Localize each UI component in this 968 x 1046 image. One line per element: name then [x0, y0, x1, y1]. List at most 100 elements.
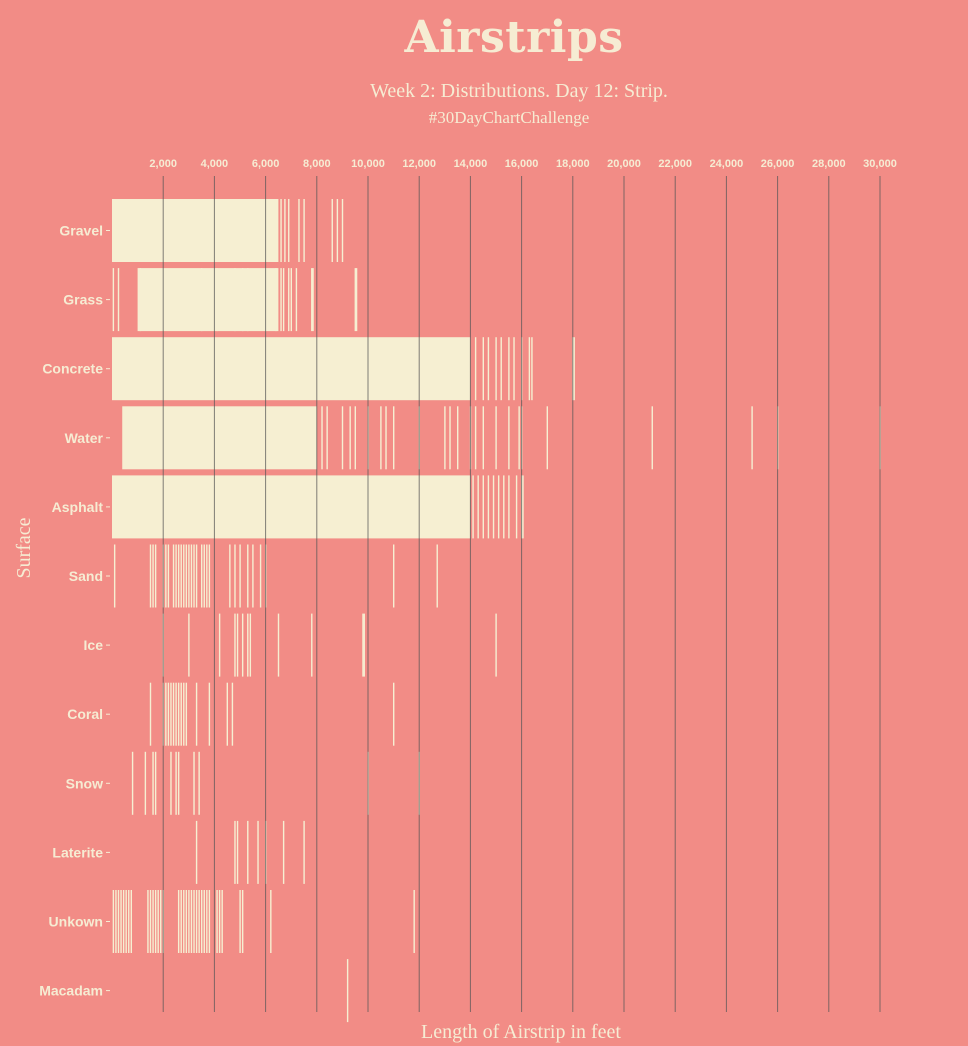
strip-mark [508, 406, 510, 470]
strip-mark [355, 268, 358, 332]
strip-mark [234, 613, 236, 677]
category-label: Gravel [59, 223, 103, 239]
strip-mark [298, 199, 300, 262]
strip-mark [117, 890, 120, 953]
strip-mark [457, 406, 459, 470]
x-tick-label: 22,000 [658, 158, 692, 170]
strip-mark [188, 544, 190, 608]
strip-mark [160, 890, 162, 953]
strip-mark [201, 544, 203, 608]
strip-mark [508, 475, 510, 539]
strip-mark [149, 544, 152, 608]
strip-mark [500, 337, 502, 401]
strip-dense-band [122, 406, 317, 470]
strip-mark [277, 613, 280, 677]
strip-mark [247, 544, 249, 608]
x-tick-label: 18,000 [556, 158, 590, 170]
strip-mark [341, 199, 344, 262]
strip-mark [495, 337, 497, 401]
strip-mark [167, 682, 170, 746]
x-axis: 2,000 4,000 6,000 8,000 10,000 12,000 14,000 16… [149, 158, 896, 170]
x-tick-label: 14,000 [454, 158, 488, 170]
strip-mark [528, 337, 531, 401]
strip-mark [247, 613, 249, 677]
strip-mark [167, 544, 170, 608]
y-axis: Gravel Grass Concrete Water Asphalt Sand Ice Co… [39, 223, 110, 999]
strip-mark [188, 890, 190, 953]
strip-mark [288, 199, 290, 262]
strip-mark [154, 544, 157, 608]
strip-mark [122, 890, 125, 953]
strip-mark [231, 682, 234, 746]
strip-mark [218, 613, 221, 677]
strip-mark [349, 406, 351, 470]
strip-mark [362, 613, 364, 677]
strip-mark [112, 890, 115, 953]
strip-mark [201, 890, 203, 953]
category-label: Ice [84, 637, 104, 653]
strip-mark [234, 268, 236, 332]
strip-mark [270, 890, 272, 953]
strip-mark [326, 406, 328, 470]
x-tick-label: 4,000 [201, 158, 229, 170]
strip-mark [513, 337, 515, 401]
strip-row-concrete [112, 337, 575, 401]
strip-mark [195, 890, 198, 953]
strip-mark [149, 890, 152, 953]
strip-mark [119, 199, 121, 262]
strip-mark [152, 751, 154, 815]
strip-mark [282, 820, 285, 884]
strip-mark [172, 682, 175, 746]
strip-mark [247, 268, 249, 332]
strip-mark [303, 199, 305, 262]
category-label: Coral [67, 706, 103, 722]
strip-mark [126, 199, 129, 262]
x-tick-label: 24,000 [710, 158, 744, 170]
strip-mark [518, 406, 520, 470]
strip-mark [257, 820, 259, 884]
strip-mark [203, 890, 205, 953]
strip-mark [546, 406, 548, 470]
strip-mark [503, 475, 505, 539]
strip-mark [115, 890, 117, 953]
strip-mark [185, 544, 188, 608]
strip-mark [252, 544, 254, 608]
strip-mark [236, 613, 239, 677]
strip-mark [331, 199, 333, 262]
strip-mark [125, 890, 127, 953]
category-label: Macadam [39, 983, 103, 999]
strip-mark [175, 544, 177, 608]
strip-mark [312, 268, 314, 332]
strip-mark [497, 475, 500, 539]
strip-mark [113, 199, 116, 262]
strip-mark [177, 544, 180, 608]
strip-mark [154, 890, 157, 953]
strip-mark [195, 544, 198, 608]
strip-mark [531, 337, 533, 401]
strip-mark [449, 406, 451, 470]
strip-mark [284, 199, 286, 262]
strip-mark [515, 475, 518, 539]
strip-mark [259, 544, 262, 608]
strip-mark [139, 268, 141, 332]
strip-mark [474, 337, 477, 401]
strip-mark [185, 890, 188, 953]
strip-row-gravel [112, 199, 344, 262]
strip-mark [495, 613, 497, 677]
strip-mark [303, 820, 305, 884]
strip-row-ice [162, 613, 497, 677]
strip-dense-band [137, 268, 279, 332]
category-label: Sand [69, 568, 103, 584]
strip-mark [206, 890, 208, 953]
strip-mark [234, 820, 236, 884]
strip-mark [180, 544, 182, 608]
strip-mark [198, 751, 200, 815]
strip-mark [185, 682, 188, 746]
strip-mark [165, 682, 167, 746]
strip-mark [487, 475, 490, 539]
strip-mark [275, 268, 277, 332]
strip-mark [183, 544, 185, 608]
strip-mark [236, 820, 239, 884]
strip-dense-band [112, 199, 279, 262]
strip-mark [147, 890, 149, 953]
